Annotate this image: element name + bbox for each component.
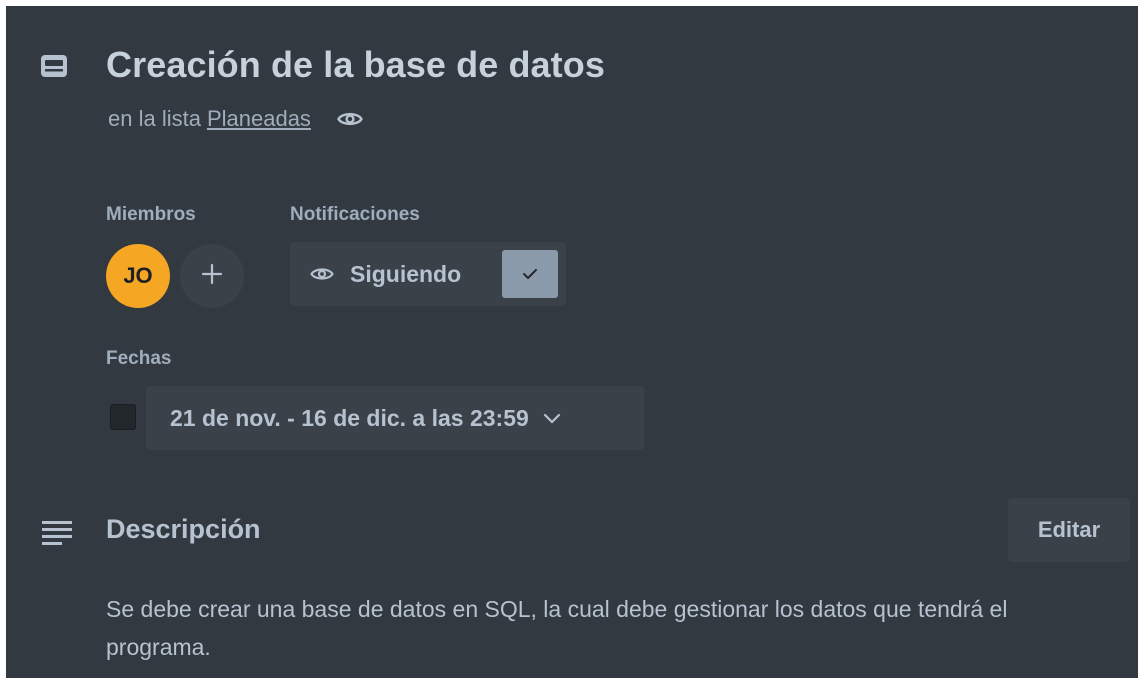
card-title[interactable]: Creación de la base de datos	[106, 44, 605, 86]
date-range: 21 de nov. - 16 de dic. a las 23:59	[170, 404, 529, 431]
list-prefix: en la lista	[108, 106, 201, 131]
card-icon	[40, 52, 68, 80]
watch-label: Siguiendo	[350, 260, 462, 287]
edit-description-button[interactable]: Editar	[1008, 498, 1130, 562]
description-text[interactable]: Se debe crear una base de datos en SQL, …	[106, 590, 1116, 666]
watch-button[interactable]: Siguiendo	[290, 242, 566, 306]
eye-icon	[337, 110, 363, 128]
members-label: Miembros	[106, 204, 196, 225]
description-lines-icon	[40, 518, 76, 548]
dates-label: Fechas	[106, 348, 172, 369]
plus-icon	[201, 263, 223, 290]
check-icon	[502, 250, 558, 298]
add-member-button[interactable]	[180, 244, 244, 308]
card-detail-panel: Creación de la base de datos en la lista…	[6, 6, 1138, 678]
due-date-checkbox[interactable]	[110, 404, 136, 430]
eye-icon	[310, 266, 334, 282]
notifications-label: Notificaciones	[290, 204, 420, 225]
avatar[interactable]: JO	[106, 244, 170, 308]
dates-button[interactable]: 21 de nov. - 16 de dic. a las 23:59	[146, 386, 644, 450]
chevron-down-icon	[543, 412, 561, 424]
description-title: Descripción	[106, 514, 261, 544]
list-link[interactable]: Planeadas	[207, 106, 311, 132]
card-list-info: en la lista Planeadas	[108, 106, 363, 132]
